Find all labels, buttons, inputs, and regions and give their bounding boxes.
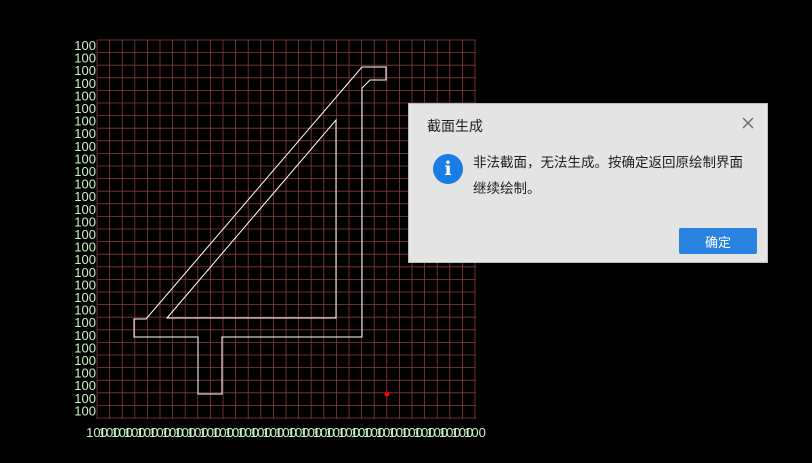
dialog-title: 截面生成 xyxy=(427,119,483,135)
info-icon: i xyxy=(433,154,463,184)
y-tick-label: 100 xyxy=(74,403,96,418)
ok-button[interactable]: 确定 xyxy=(679,228,757,254)
close-icon[interactable] xyxy=(739,114,757,132)
section-outline xyxy=(133,66,387,395)
cursor-marker xyxy=(384,391,390,397)
dialog-message: 非法截面，无法生成。按确定返回原绘制界面继续绘制。 xyxy=(473,155,743,197)
section-inner-outline xyxy=(165,118,337,319)
section-generation-dialog: 截面生成 i 非法截面，无法生成。按确定返回原绘制界面继续绘制。 确定 xyxy=(408,103,768,263)
y-axis-labels: 1001001001001001001001001001001001001001… xyxy=(74,38,96,418)
x-axis-labels: 1001001001001001001001001001001001001001… xyxy=(86,425,486,440)
x-tick-label: 100 xyxy=(464,425,486,440)
